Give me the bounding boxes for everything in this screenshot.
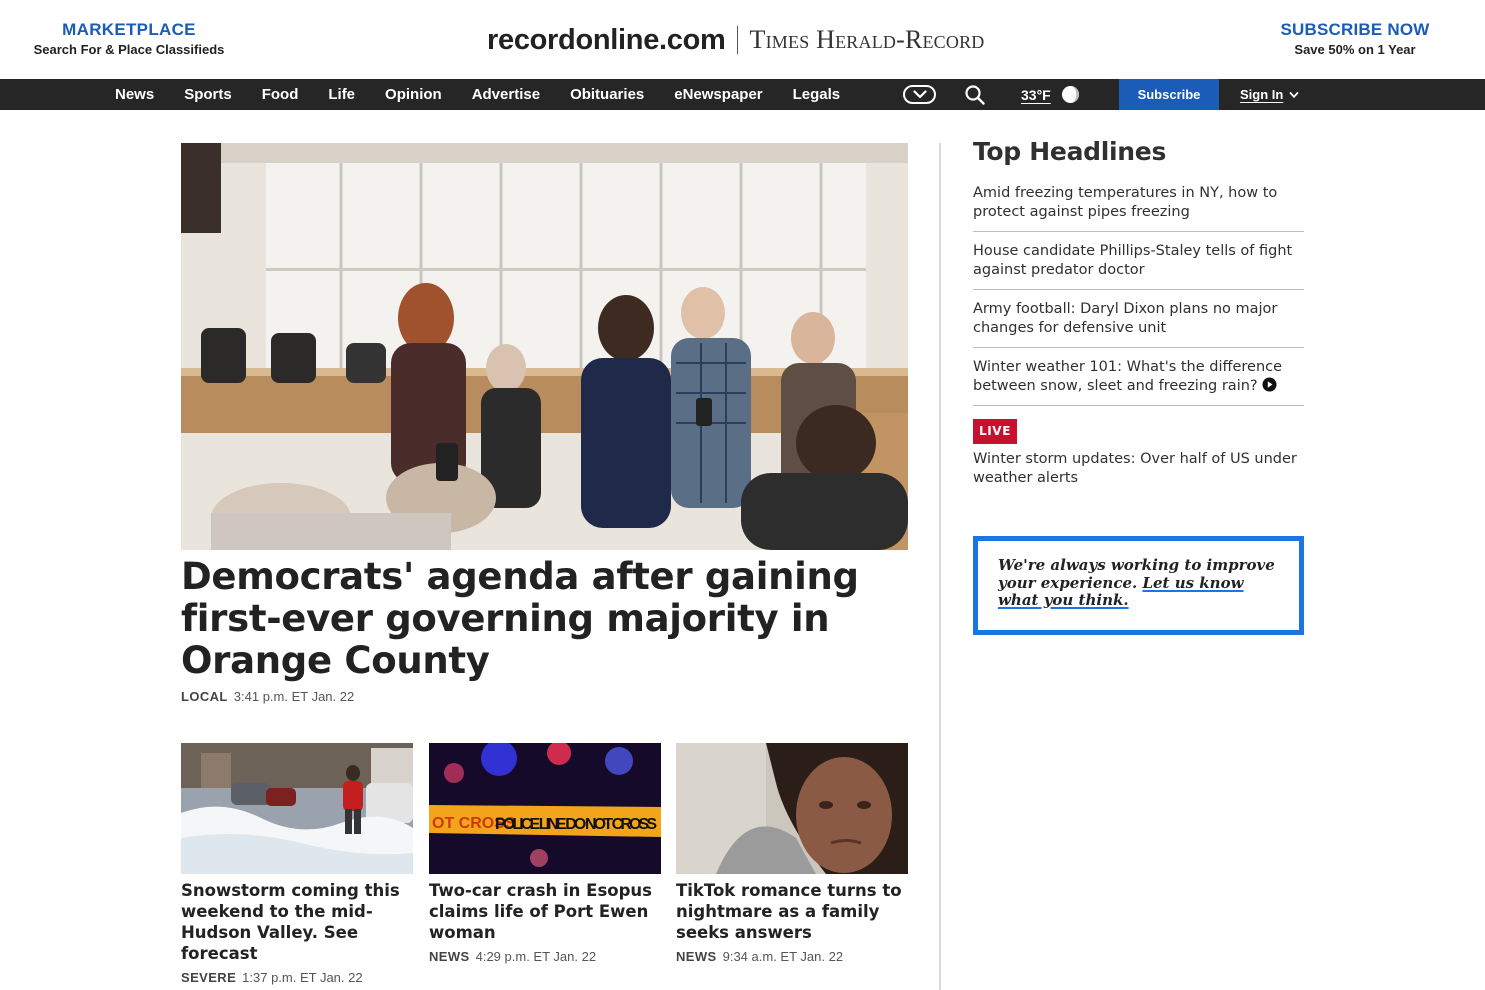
story-card-crash[interactable]: OT CROSS POLICE LINE DO NOT CROSS Two-ca… [429, 743, 661, 964]
masthead: MARKETPLACE Search For & Place Classifie… [0, 0, 1485, 79]
moon-icon [1061, 85, 1079, 104]
lead-story-photo [181, 143, 908, 550]
nav-item-life[interactable]: Life [328, 86, 355, 103]
headline-item-live[interactable]: LIVE Winter storm updates: Over half of … [973, 416, 1304, 497]
headline-text: Winter storm updates: Over half of US un… [973, 451, 1297, 486]
police-tape-photo: OT CROSS POLICE LINE DO NOT CROSS [429, 743, 661, 874]
search-button[interactable] [964, 84, 986, 106]
story-card-tiktok[interactable]: TikTok romance turns to nightmare as a f… [676, 743, 908, 964]
paper-name: Times Herald-Record [749, 25, 985, 54]
tape-text: POLICE LINE DO NOT CROSS [495, 816, 657, 833]
logo-divider [736, 26, 738, 54]
story-card-time: 4:29 p.m. ET Jan. 22 [475, 949, 597, 964]
site-logo[interactable]: recordonline.com Times Herald-Record [487, 20, 985, 60]
feedback-text: We're always working to improve your exp… [998, 556, 1279, 610]
story-card-meta: NEWS 4:29 p.m. ET Jan. 22 [429, 949, 661, 964]
story-card-tag[interactable]: SEVERE [181, 970, 236, 985]
story-card-tag[interactable]: NEWS [429, 949, 470, 964]
headline-item[interactable]: Amid freezing temperatures in NY, how to… [973, 184, 1304, 232]
feedback-box: We're always working to improve your exp… [973, 536, 1304, 635]
lead-story-image[interactable] [181, 143, 908, 550]
nav-item-legals[interactable]: Legals [793, 86, 841, 103]
story-card-snowstorm[interactable]: Snowstorm coming this weekend to the mid… [181, 743, 413, 985]
marketplace-subtitle: Search For & Place Classifieds [33, 42, 225, 57]
headline-item[interactable]: House candidate Phillips-Staley tells of… [973, 242, 1304, 290]
lead-story-headline[interactable]: Democrats' agenda after gaining first-ev… [181, 556, 881, 682]
story-card-title[interactable]: TikTok romance turns to nightmare as a f… [676, 880, 908, 943]
story-card-time: 9:34 a.m. ET Jan. 22 [722, 949, 844, 964]
story-card-title[interactable]: Two-car crash in Esopus claims life of P… [429, 880, 661, 943]
story-card-tag[interactable]: NEWS [676, 949, 717, 964]
story-card-time: 1:37 p.m. ET Jan. 22 [242, 970, 363, 985]
nav-item-news[interactable]: News [115, 86, 154, 103]
site-name: recordonline.com [487, 23, 726, 56]
sign-in-label: Sign In [1240, 87, 1284, 102]
story-card-meta: NEWS 9:34 a.m. ET Jan. 22 [676, 949, 908, 964]
headline-text: Winter weather 101: What's the differenc… [973, 359, 1283, 394]
story-card-image [181, 743, 413, 874]
chevron-down-icon [912, 90, 927, 99]
top-headlines-title: Top Headlines [973, 137, 1167, 166]
story-card-title[interactable]: Snowstorm coming this weekend to the mid… [181, 880, 413, 964]
nav-item-food[interactable]: Food [262, 86, 299, 103]
main-nav: News Sports Food Life Opinion Advertise … [0, 79, 1485, 110]
story-card-meta: SEVERE 1:37 p.m. ET Jan. 22 [181, 970, 413, 985]
story-card-image: OT CROSS POLICE LINE DO NOT CROSS [429, 743, 661, 874]
nav-item-enewspaper[interactable]: eNewspaper [674, 86, 762, 103]
temperature: 33°F [1021, 86, 1051, 103]
subscribe-promo-subtitle: Save 50% on 1 Year [1294, 42, 1416, 57]
headline-item[interactable]: Army football: Daryl Dixon plans no majo… [973, 300, 1304, 348]
search-icon [965, 85, 985, 105]
column-divider [939, 143, 941, 990]
nav-more-button[interactable] [903, 85, 936, 104]
sign-in-button[interactable]: Sign In [1240, 79, 1299, 110]
nav-item-sports[interactable]: Sports [184, 86, 232, 103]
play-icon [1262, 377, 1277, 392]
nav-item-advertise[interactable]: Advertise [472, 86, 540, 103]
nav-item-obituaries[interactable]: Obituaries [570, 86, 644, 103]
lead-story-time: 3:41 p.m. ET Jan. 22 [233, 689, 355, 704]
chevron-down-icon [1289, 91, 1299, 98]
subscribe-button[interactable]: Subscribe [1119, 79, 1219, 110]
snow-street-photo [181, 743, 413, 874]
marketplace-title: MARKETPLACE [62, 20, 196, 39]
subscribe-promo[interactable]: SUBSCRIBE NOW Save 50% on 1 Year [1280, 20, 1430, 57]
top-headlines-list: Amid freezing temperatures in NY, how to… [973, 184, 1304, 507]
woman-portrait-photo [676, 743, 908, 874]
live-badge: LIVE [973, 419, 1017, 444]
marketplace-link[interactable]: MARKETPLACE Search For & Place Classifie… [30, 20, 228, 57]
headline-item-video[interactable]: Winter weather 101: What's the differenc… [973, 358, 1304, 406]
subscribe-promo-title: SUBSCRIBE NOW [1280, 20, 1430, 39]
lead-story-meta: LOCAL 3:41 p.m. ET Jan. 22 [181, 689, 354, 704]
nav-item-opinion[interactable]: Opinion [385, 86, 442, 103]
weather-widget[interactable]: 33°F [1021, 79, 1080, 110]
nav-items: News Sports Food Life Opinion Advertise … [115, 79, 870, 110]
lead-story-tag[interactable]: LOCAL [181, 689, 228, 704]
story-card-image [676, 743, 908, 874]
